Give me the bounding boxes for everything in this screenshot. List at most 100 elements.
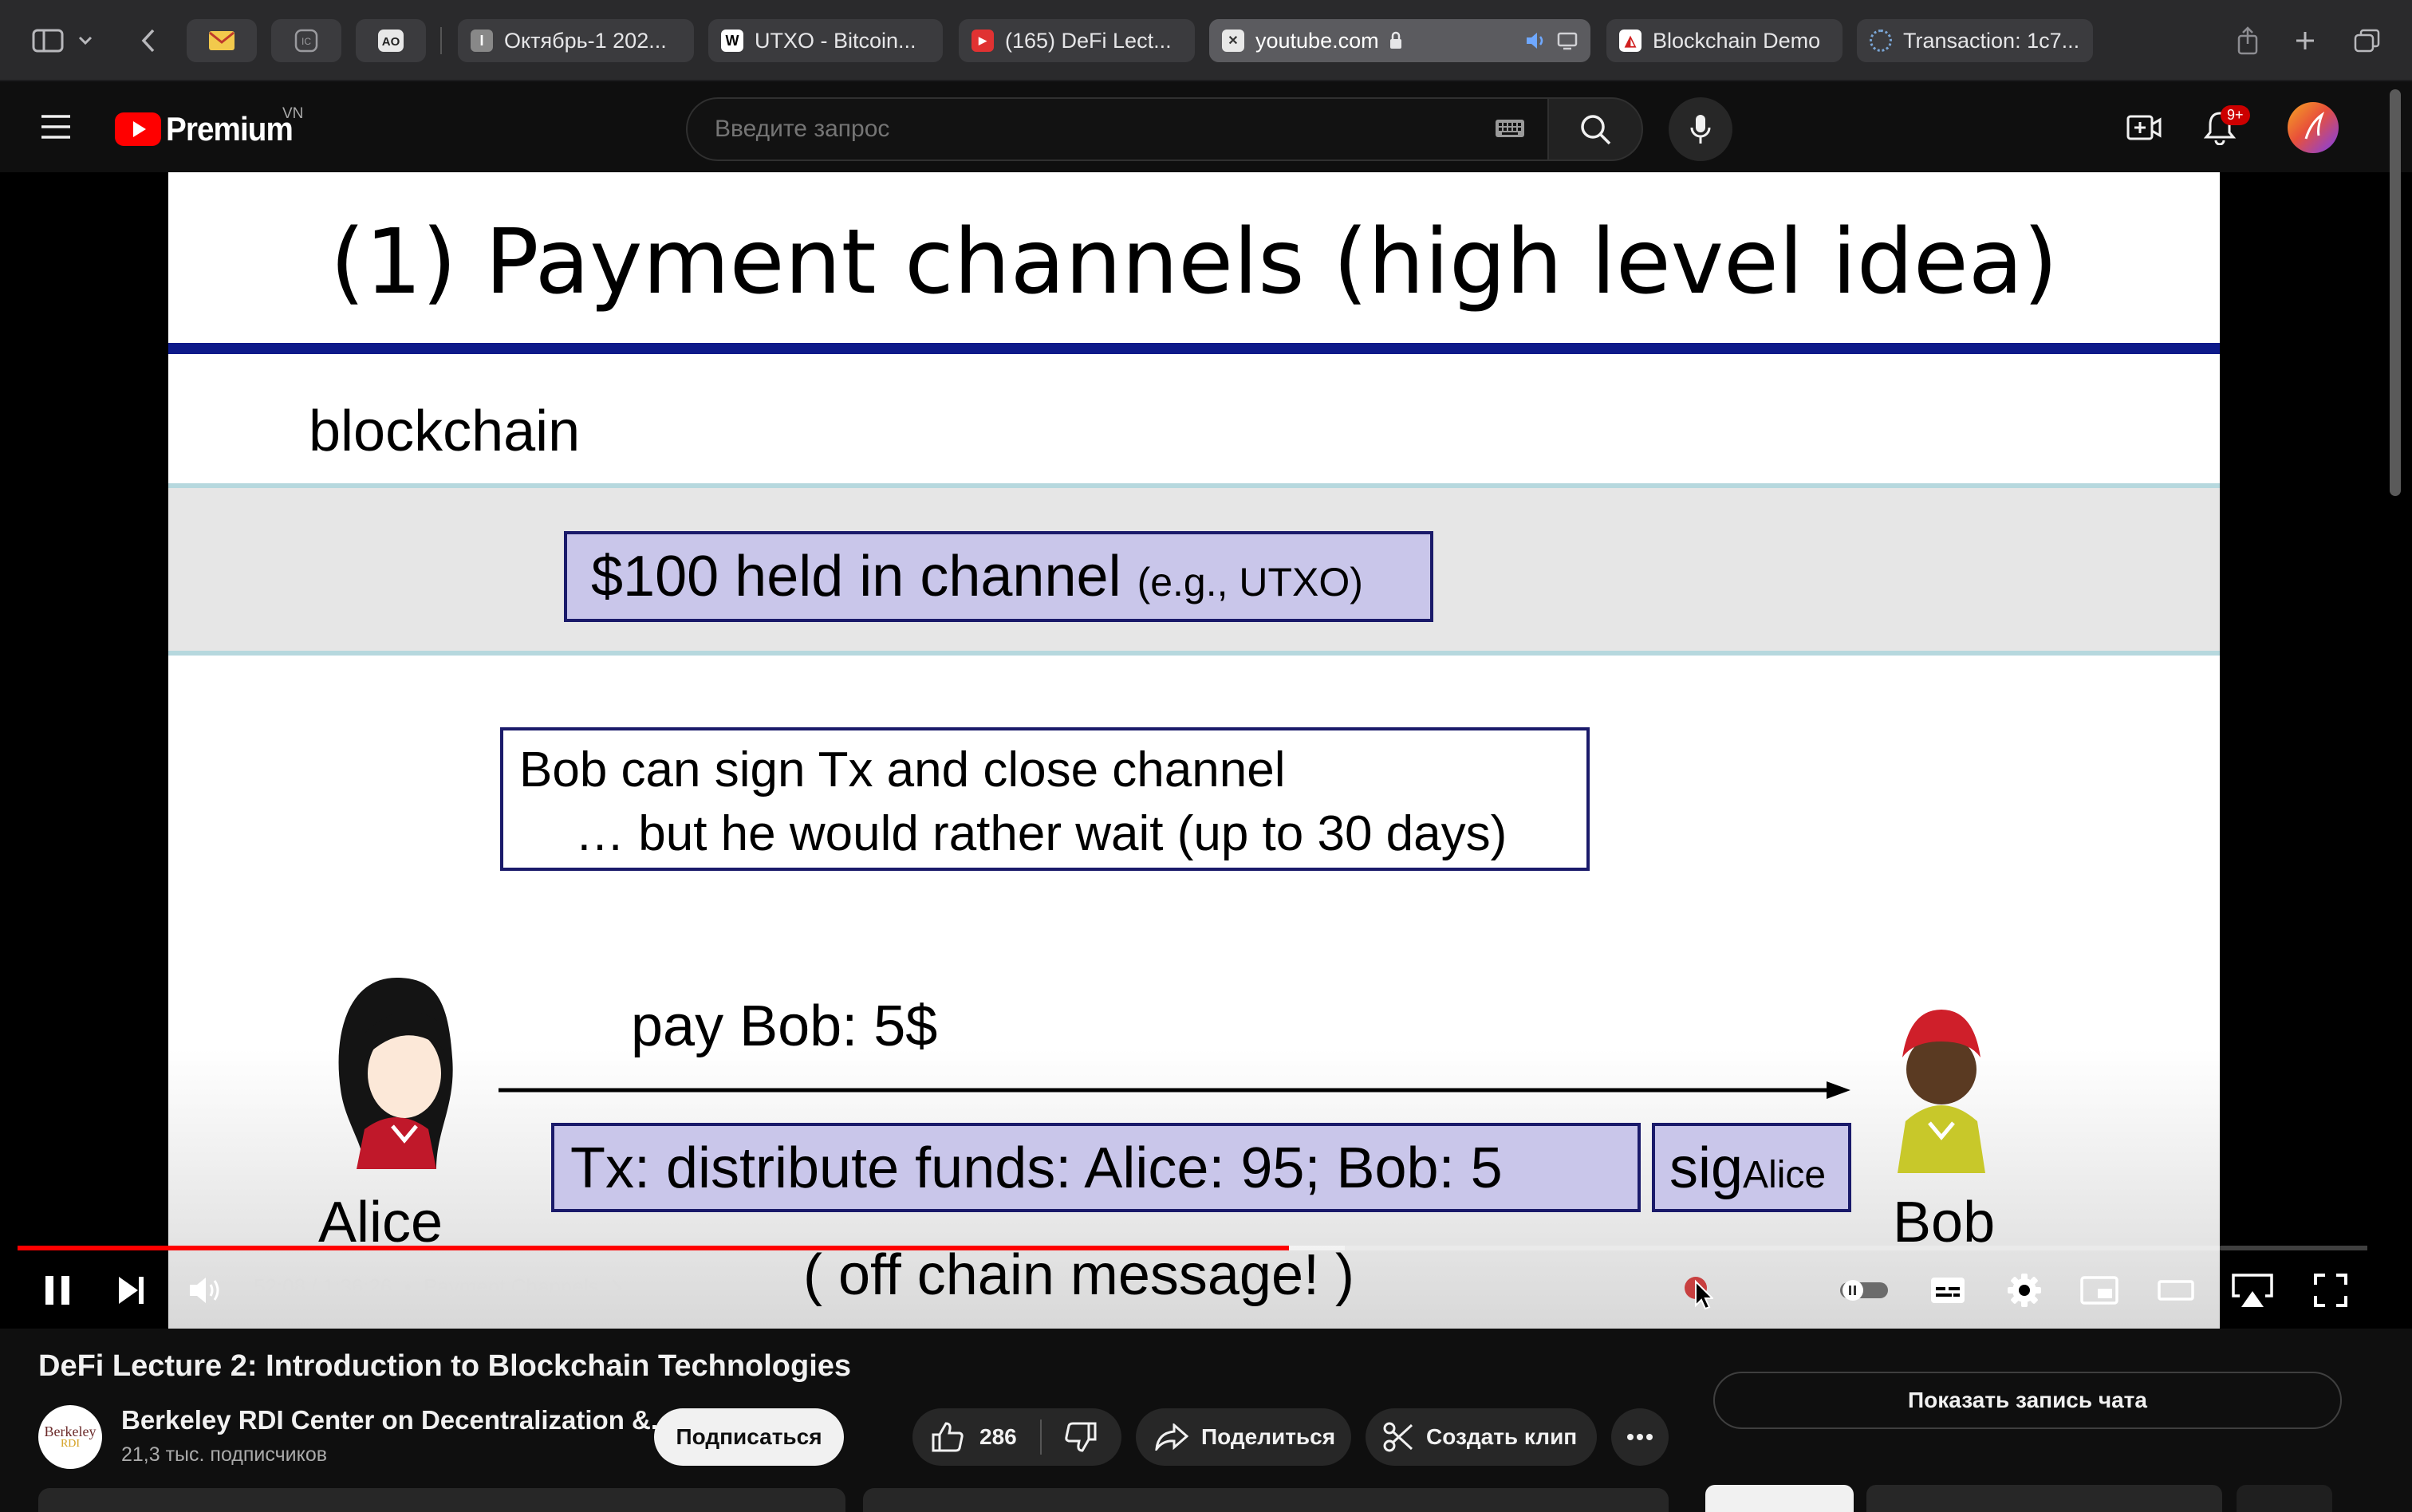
- sidebar-toggle-icon[interactable]: [27, 21, 69, 61]
- chapter-label[interactable]: Payment Channels: [424, 1274, 599, 1298]
- channel-avatar[interactable]: Berkeley RDI: [38, 1405, 102, 1469]
- channel-box-main: $100 held in channel: [591, 545, 1121, 608]
- tab-blockchain-demo[interactable]: ◭ Blockchain Demo: [1606, 19, 1843, 62]
- speaker-icon[interactable]: [1525, 31, 1547, 50]
- tab-divider: [440, 27, 442, 54]
- create-video-icon[interactable]: [2126, 113, 2162, 142]
- menu-icon[interactable]: [40, 113, 72, 140]
- pay-label: pay Bob: 5$: [631, 994, 938, 1058]
- screen-share-icon[interactable]: [1557, 31, 1578, 50]
- share-icon[interactable]: [2227, 21, 2268, 61]
- channel-avatar-line-1: Berkeley: [44, 1423, 97, 1439]
- lecture-slide: (1) Payment channels (high level idea) b…: [168, 172, 2220, 1329]
- avatar[interactable]: [2288, 102, 2339, 153]
- channel-name[interactable]: Berkeley RDI Center on Decentralization …: [121, 1405, 672, 1435]
- channel-box: $100 held in channel (e.g., UTXO): [564, 531, 1433, 622]
- tab-october[interactable]: I Октябрь-1 202...: [458, 19, 694, 62]
- back-icon[interactable]: [128, 21, 169, 61]
- pause-button[interactable]: [35, 1265, 80, 1316]
- page-scrollbar[interactable]: [2390, 89, 2401, 496]
- pinned-tab-shield[interactable]: IC: [271, 19, 341, 62]
- dislike-button[interactable]: [1042, 1408, 1120, 1466]
- share-arrow-icon: [1155, 1423, 1188, 1451]
- logo-text: Premium: [166, 110, 294, 148]
- youtube-premium-logo[interactable]: Premium VN: [115, 105, 304, 148]
- tab-label: youtube.com: [1255, 28, 1379, 53]
- tab-transaction[interactable]: Transaction: 1c7...: [1857, 19, 2093, 62]
- thumbs-up-icon: [932, 1422, 964, 1452]
- settings-button[interactable]: [2002, 1265, 2047, 1316]
- keyboard-icon[interactable]: [1495, 116, 1525, 140]
- tx-box: Tx: distribute funds: Alice: 95; Bob: 5: [551, 1123, 1641, 1212]
- tab-defi-lecture[interactable]: ▶ (165) DeFi Lect...: [959, 19, 1195, 62]
- tab-overview-icon[interactable]: [2347, 21, 2388, 61]
- chevron-down-icon[interactable]: [73, 21, 97, 61]
- payment-arrow: [499, 1078, 1854, 1102]
- fullscreen-button[interactable]: [2308, 1265, 2353, 1316]
- thumbs-down-icon: [1065, 1422, 1097, 1452]
- description-box[interactable]: [38, 1488, 845, 1512]
- note-line-1: Bob can sign Tx and close channel: [519, 742, 1286, 797]
- voice-search-button[interactable]: [1669, 97, 1732, 161]
- more-horizontal-icon: [1626, 1433, 1653, 1441]
- chip-all[interactable]: [1705, 1485, 1854, 1512]
- tab-label: (165) DeFi Lect...: [1005, 28, 1172, 53]
- ao-icon: AO: [377, 29, 404, 53]
- theater-mode-icon: [2158, 1278, 2194, 1302]
- note-line-2: … but he would rather wait (up to 30 day…: [575, 806, 1508, 861]
- pinned-tab-ao[interactable]: AO: [356, 19, 426, 62]
- sig-box: sigAlice: [1652, 1123, 1851, 1212]
- wiki-icon: W: [721, 30, 743, 52]
- tab-label: Октябрь-1 202...: [504, 28, 667, 53]
- browser-tab-bar: IC AO I Октябрь-1 202... W UTXO - Bitcoi…: [0, 0, 2412, 81]
- autoplay-toggle[interactable]: [1838, 1265, 1890, 1316]
- subscribe-button[interactable]: Подписаться: [654, 1408, 844, 1466]
- search-input[interactable]: [715, 116, 1433, 143]
- tab-utxo[interactable]: W UTXO - Bitcoin...: [708, 19, 943, 62]
- share-button[interactable]: Поделиться: [1136, 1408, 1351, 1466]
- tab-label: Transaction: 1c7...: [1903, 28, 2080, 53]
- show-chat-replay-button[interactable]: Показать запись чата: [1713, 1372, 2342, 1429]
- slide-title: (1) Payment channels (high level idea): [329, 211, 2059, 314]
- miniplayer-button[interactable]: [2077, 1265, 2122, 1316]
- theater-mode-button[interactable]: [2154, 1265, 2198, 1316]
- chip-channel[interactable]: [1866, 1485, 2222, 1512]
- channel-avatar-line-2: RDI: [60, 1438, 81, 1450]
- like-count: 286: [979, 1424, 1017, 1449]
- notifications-bell-icon[interactable]: 9+: [2203, 105, 2250, 145]
- like-button[interactable]: 286: [912, 1408, 1040, 1466]
- share-label: Поделиться: [1201, 1424, 1336, 1449]
- volume-button[interactable]: [183, 1265, 228, 1316]
- notification-badge: 9+: [2221, 105, 2250, 125]
- tx-box-text: Tx: distribute funds: Alice: 95; Bob: 5: [570, 1136, 1503, 1200]
- channel-box-note: (e.g., UTXO): [1137, 560, 1363, 604]
- subscriber-count: 21,3 тыс. подписчиков: [121, 1443, 328, 1466]
- subtitles-icon: [1929, 1276, 1966, 1305]
- close-icon[interactable]: ✕: [1222, 30, 1244, 52]
- search-button[interactable]: [1547, 97, 1643, 161]
- chevron-right-icon[interactable]: [611, 1278, 622, 1297]
- offchain-label: ( off chain message! ): [803, 1243, 1354, 1307]
- more-actions-button[interactable]: [1611, 1408, 1669, 1466]
- spinner-icon: [1870, 30, 1892, 52]
- next-button[interactable]: [108, 1265, 153, 1316]
- airplay-button[interactable]: [2230, 1265, 2275, 1316]
- sig-main: sig: [1669, 1136, 1744, 1200]
- tab-youtube-active[interactable]: ✕ youtube.com: [1209, 19, 1590, 62]
- create-clip-button[interactable]: Создать клип: [1366, 1408, 1597, 1466]
- clip-label: Создать клип: [1426, 1424, 1578, 1449]
- subtitles-button[interactable]: [1925, 1265, 1970, 1316]
- svg-text:IC: IC: [302, 36, 311, 47]
- video-player[interactable]: (1) Payment channels (high level idea) b…: [0, 172, 2412, 1329]
- comment-box[interactable]: [863, 1488, 1669, 1512]
- gmail-icon: [208, 30, 235, 51]
- subscribe-label: Подписаться: [676, 1424, 822, 1449]
- new-tab-icon[interactable]: [2284, 21, 2326, 61]
- pinned-tab-gmail[interactable]: [187, 19, 257, 62]
- show-chat-label: Показать запись чата: [1908, 1388, 2147, 1412]
- sig-sub: Alice: [1743, 1154, 1827, 1196]
- progress-bar[interactable]: [18, 1246, 2367, 1250]
- chip-next[interactable]: [2237, 1485, 2332, 1512]
- miniplayer-icon: [2080, 1276, 2118, 1305]
- played-bar: [18, 1246, 1289, 1250]
